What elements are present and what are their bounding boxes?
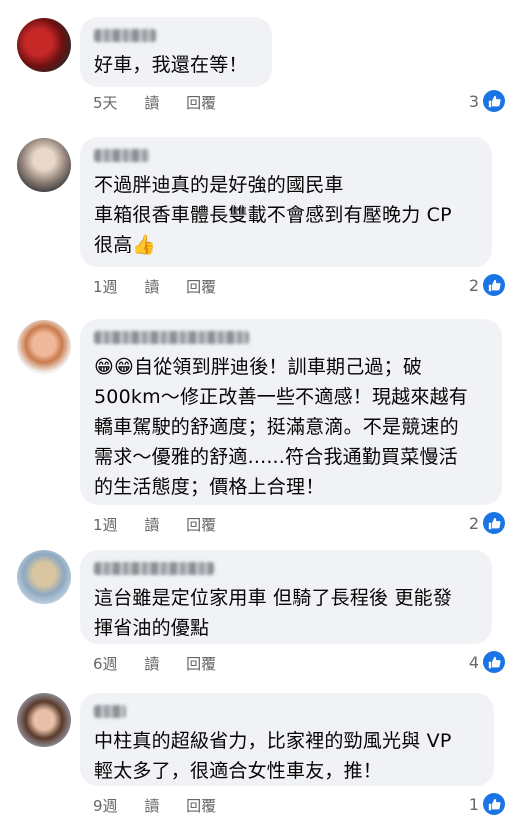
comment-line: 中柱真的超級省力，比家裡的勁風光與 VP (94, 730, 452, 752)
grinning-emoji: 😁😁 (94, 356, 135, 378)
comment-line: 輕太多了，很適合女性車友，推！ (94, 760, 383, 782)
read-link[interactable]: 讀 (144, 278, 159, 296)
comment-time[interactable]: 5天 (93, 94, 118, 112)
comment-text: 😁😁自從領到胖迪後！訓車期己過；破 500km～修正改善一些不適感！現越來越有 … (94, 352, 488, 502)
comment-line: 500km～修正改善一些不適感！現越來越有 (94, 386, 468, 408)
avatar[interactable] (17, 18, 71, 72)
comment-text: 好車，我還在等！ (94, 50, 258, 80)
comment-bubble: 不過胖迪真的是好強的國民車 車箱很香車體長雙載不會感到有壓晚力 CP 很高👍 (80, 137, 492, 267)
comment-meta: 9週 讀 回覆 (93, 795, 238, 816)
comment-meta: 1週 讀 回覆 (93, 514, 238, 535)
commenter-name-blurred[interactable] (94, 562, 214, 575)
comment-line: 轎車駕駛的舒適度；挺滿意滴。不是競速的 (94, 416, 459, 438)
reply-link[interactable]: 回覆 (186, 278, 216, 296)
comment-text: 這台雖是定位家用車 但騎了長程後 更能發 揮省油的優點 (94, 583, 478, 643)
comment-meta: 6週 讀 回覆 (93, 653, 238, 674)
comment-line-text: 自從領到胖迪後！訓車期己過；破 (134, 356, 423, 378)
comment-time[interactable]: 1週 (93, 278, 118, 296)
commenter-name-blurred[interactable] (94, 29, 156, 42)
comment-bubble: 中柱真的超級省力，比家裡的勁風光與 VP 輕太多了，很適合女性車友，推！ (80, 693, 494, 786)
like-count[interactable]: 1 (469, 793, 505, 815)
commenter-name-blurred[interactable] (94, 149, 149, 162)
like-number: 1 (468, 794, 479, 814)
read-link[interactable]: 讀 (144, 797, 159, 815)
commenter-name-blurred[interactable] (94, 331, 249, 344)
reply-link[interactable]: 回覆 (186, 516, 216, 534)
like-count[interactable]: 2 (469, 274, 505, 296)
comment-line-text: 很高 (94, 234, 133, 256)
thumbs-up-icon (483, 90, 505, 112)
like-number: 2 (468, 513, 479, 533)
comment-time[interactable]: 6週 (93, 655, 118, 673)
like-number: 3 (468, 91, 479, 111)
like-count[interactable]: 4 (469, 651, 505, 673)
reply-link[interactable]: 回覆 (186, 797, 216, 815)
comment-bubble: 好車，我還在等！ (80, 17, 272, 87)
comment-line: 車箱很香車體長雙載不會感到有壓晚力 CP (94, 204, 452, 226)
like-number: 4 (468, 652, 479, 672)
reply-link[interactable]: 回覆 (186, 655, 216, 673)
thumbs-up-icon (483, 651, 505, 673)
comment-line: 😁😁自從領到胖迪後！訓車期己過；破 (94, 352, 488, 382)
avatar[interactable] (17, 550, 71, 604)
comment-line: 這台雖是定位家用車 但騎了長程後 更能發 (94, 587, 453, 609)
read-link[interactable]: 讀 (144, 516, 159, 534)
comment-bubble: 這台雖是定位家用車 但騎了長程後 更能發 揮省油的優點 (80, 550, 492, 644)
comment-text: 中柱真的超級省力，比家裡的勁風光與 VP 輕太多了，很適合女性車友，推！ (94, 726, 480, 786)
comment-time[interactable]: 9週 (93, 797, 118, 815)
thumbs-up-icon (483, 512, 505, 534)
comment-time[interactable]: 1週 (93, 516, 118, 534)
comment-line: 揮省油的優點 (94, 617, 210, 639)
like-count[interactable]: 3 (469, 90, 505, 112)
comment-line: 很高👍 (94, 230, 478, 260)
read-link[interactable]: 讀 (144, 655, 159, 673)
comment-meta: 1週 讀 回覆 (93, 276, 238, 297)
avatar[interactable] (17, 320, 71, 374)
read-link[interactable]: 讀 (144, 94, 159, 112)
like-count[interactable]: 2 (469, 512, 505, 534)
thumbs-up-icon (483, 274, 505, 296)
avatar[interactable] (17, 138, 71, 192)
thumbs-up-icon (483, 793, 505, 815)
comment-line: 的生活態度；價格上合理！ (94, 476, 325, 498)
thumbs-up-emoji: 👍 (132, 234, 157, 256)
comment-meta: 5天 讀 回覆 (93, 92, 238, 113)
comment-line: 好車，我還在等！ (94, 54, 248, 76)
comment-text: 不過胖迪真的是好強的國民車 車箱很香車體長雙載不會感到有壓晚力 CP 很高👍 (94, 170, 478, 260)
comment-line: 需求～優雅的舒適......符合我通勤買菜慢活 (94, 446, 458, 468)
comment-bubble: 😁😁自從領到胖迪後！訓車期己過；破 500km～修正改善一些不適感！現越來越有 … (80, 319, 502, 505)
comment-line: 不過胖迪真的是好強的國民車 (94, 174, 344, 196)
reply-link[interactable]: 回覆 (186, 94, 216, 112)
avatar[interactable] (17, 693, 71, 747)
commenter-name-blurred[interactable] (94, 705, 126, 718)
like-number: 2 (468, 275, 479, 295)
